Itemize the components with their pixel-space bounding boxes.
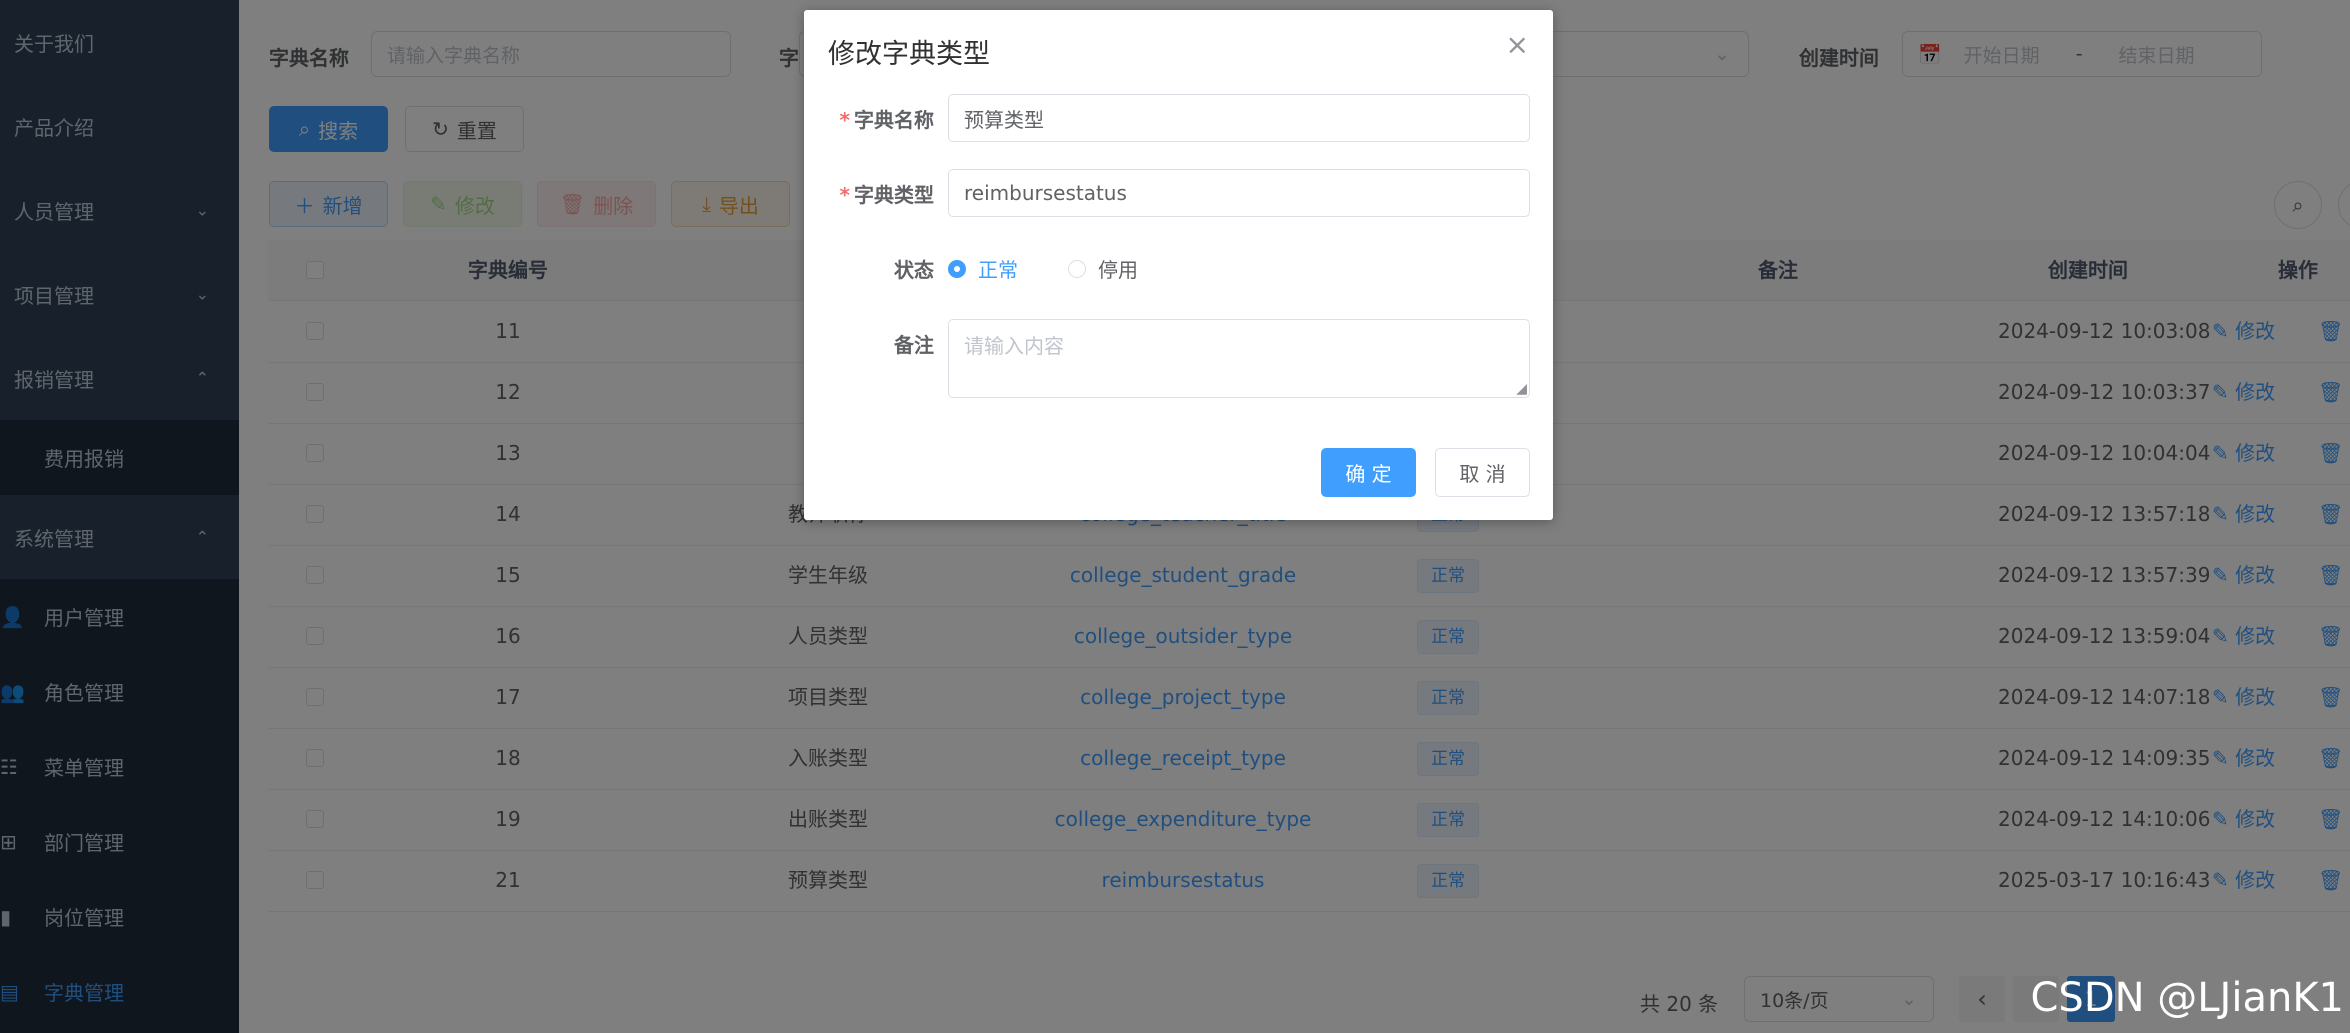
resize-handle-icon[interactable]: ◢ xyxy=(1516,381,1527,397)
required-mark: * xyxy=(839,183,850,207)
confirm-button[interactable]: 确 定 xyxy=(1321,448,1416,497)
radio-unchecked-icon xyxy=(1068,259,1086,278)
dict-type-field-value: reimbursestatus xyxy=(964,181,1127,205)
remark-textarea[interactable]: 请输入内容 ◢ xyxy=(948,319,1530,398)
watermark: CSDN @LJianK1 xyxy=(2030,975,2345,1021)
dict-name-field-value: 预算类型 xyxy=(964,107,1044,132)
dict-name-field[interactable]: 预算类型 xyxy=(948,94,1530,142)
close-icon[interactable]: × xyxy=(1506,28,1529,61)
dict-type-field-label: * 字典类型 xyxy=(808,179,934,208)
remark-field-label: 备注 xyxy=(894,333,934,357)
required-mark: * xyxy=(839,108,850,132)
status-radio-normal[interactable]: 正常 xyxy=(948,254,1018,283)
edit-dict-type-dialog: 修改字典类型 × * 字典名称 预算类型 * 字典类型 reimbursestatu… xyxy=(804,10,1553,520)
dialog-title: 修改字典类型 xyxy=(828,39,990,70)
dict-type-field[interactable]: reimbursestatus xyxy=(948,169,1530,217)
status-normal-label: 正常 xyxy=(978,258,1018,282)
dict-name-field-label-text: 字典名称 xyxy=(854,108,934,132)
status-field-label: 状态 xyxy=(894,258,934,282)
radio-checked-icon xyxy=(948,259,966,278)
status-radio-disabled[interactable]: 停用 xyxy=(1068,254,1138,283)
cancel-button[interactable]: 取 消 xyxy=(1435,448,1530,497)
dict-type-field-label-text: 字典类型 xyxy=(854,183,934,207)
dict-name-field-label: * 字典名称 xyxy=(808,104,934,133)
remark-placeholder: 请输入内容 xyxy=(964,334,1064,358)
status-disabled-label: 停用 xyxy=(1098,258,1138,282)
